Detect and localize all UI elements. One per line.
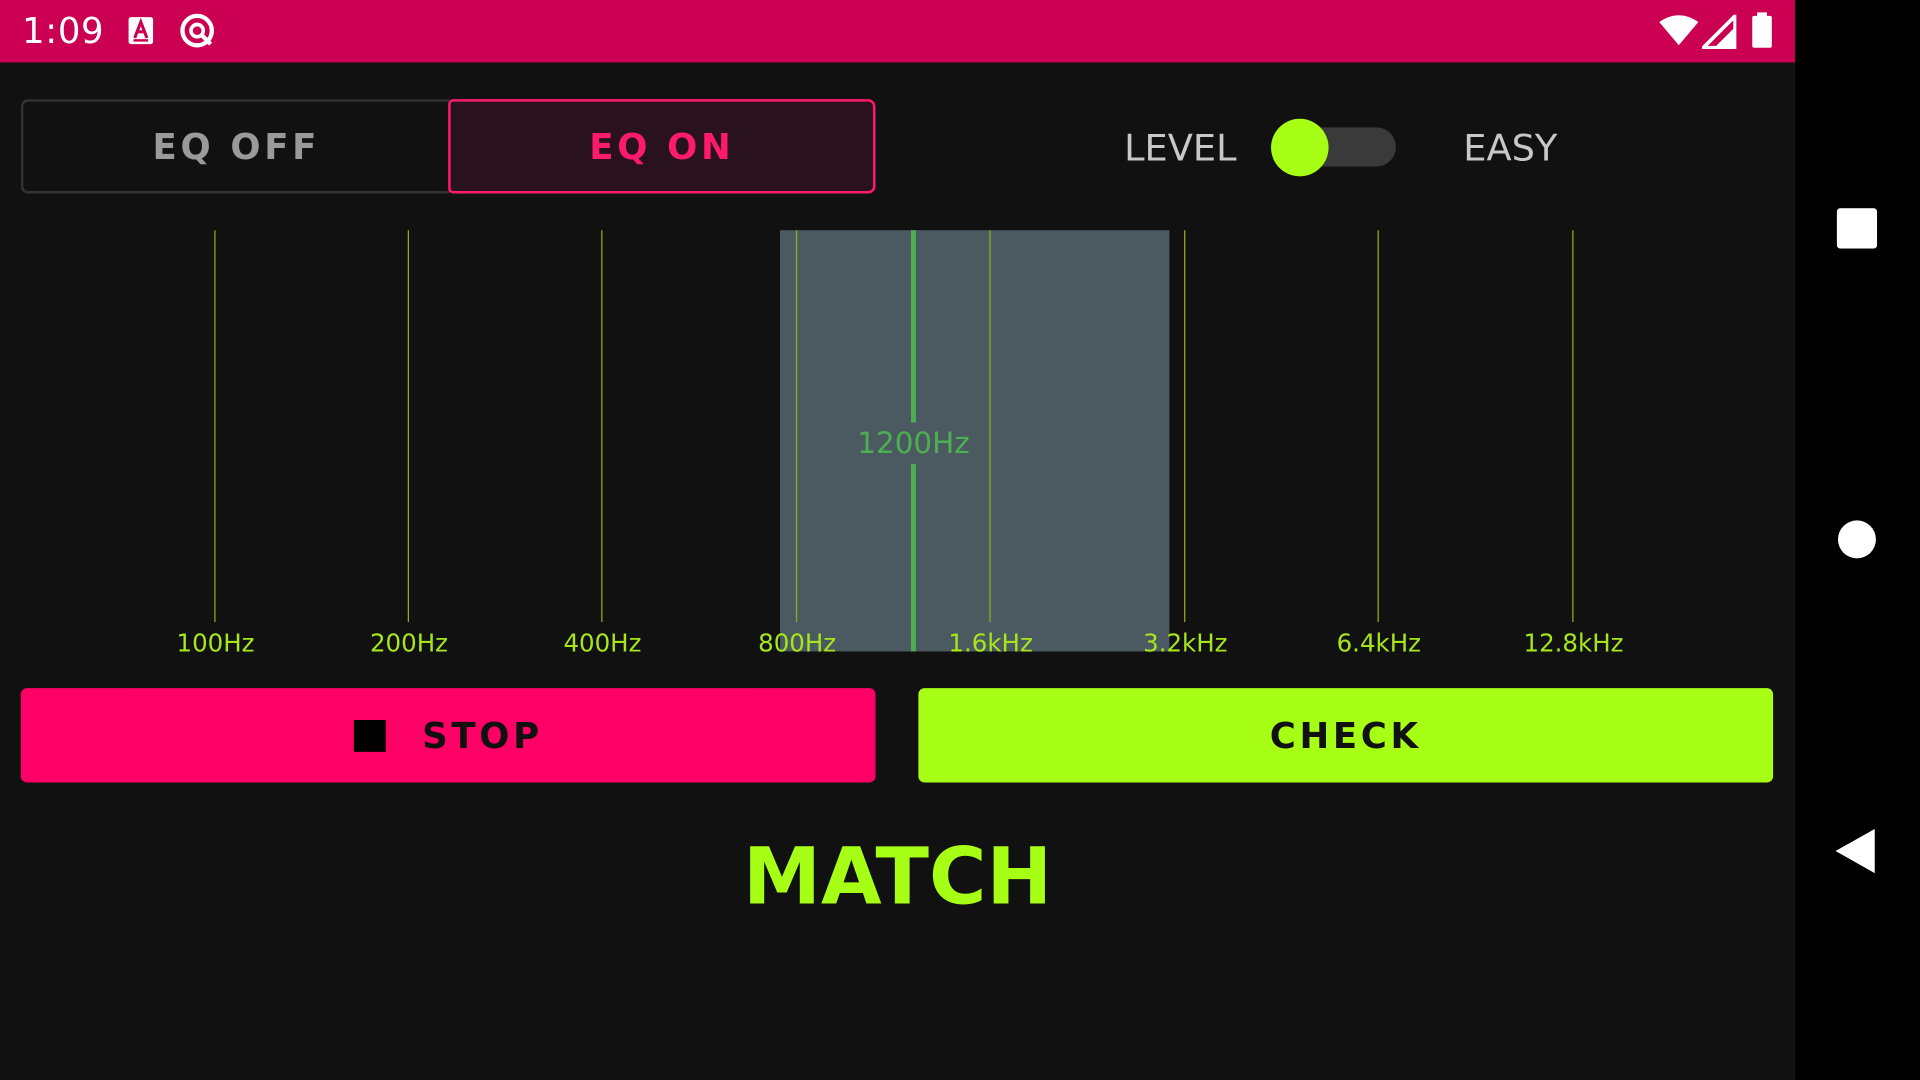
eq-off-button[interactable]: EQ OFF [20,99,450,194]
recents-icon[interactable] [1836,208,1878,249]
check-button-label: CHECK [1269,714,1422,757]
stop-button[interactable]: STOP [20,688,876,783]
status-bar: 1:09 [0,0,1796,63]
band-label-3-2khz: 3.2kHz [1143,628,1228,658]
band-label-800hz: 800Hz [758,628,837,658]
band-line-1-6khz [989,230,991,623]
home-icon[interactable] [1837,519,1877,559]
app-screen: 1:09 EQ OFF EQ ON LEVEL EASY 100Hz 200Hz… [0,0,1920,1080]
band-label-1-6khz: 1.6kHz [948,628,1033,658]
band-label-12-8khz: 12.8kHz [1523,628,1624,658]
wifi-icon [1659,15,1699,46]
a-notification-icon [128,17,154,45]
eq-on-button[interactable]: EQ ON [448,99,876,194]
sync-notification-icon [180,13,214,48]
band-line-3-2khz [1184,230,1186,623]
band-label-6-4khz: 6.4kHz [1336,628,1421,658]
band-line-200hz [407,230,409,623]
difficulty-switch-thumb[interactable] [1271,118,1329,177]
easy-label: EASY [1463,127,1558,171]
signal-icon [1702,14,1737,49]
band-line-100hz [214,230,216,623]
navigation-bar [1795,0,1920,1080]
stop-icon [353,719,386,752]
battery-icon [1752,12,1772,48]
result-text: MATCH [743,832,1053,924]
stop-button-label: STOP [422,714,543,757]
back-icon[interactable] [1834,828,1876,875]
band-line-400hz [601,230,603,623]
band-label-400hz: 400Hz [563,628,642,658]
band-label-100hz: 100Hz [176,628,255,658]
band-line-6-4khz [1377,230,1379,623]
band-label-200hz: 200Hz [369,628,448,658]
selected-frequency-label: 1200Hz [852,422,975,465]
level-label: LEVEL [1124,127,1237,171]
check-button[interactable]: CHECK [918,688,1774,783]
status-time: 1:09 [22,9,105,52]
band-line-12-8khz [1572,230,1574,623]
band-line-800hz [795,230,798,623]
